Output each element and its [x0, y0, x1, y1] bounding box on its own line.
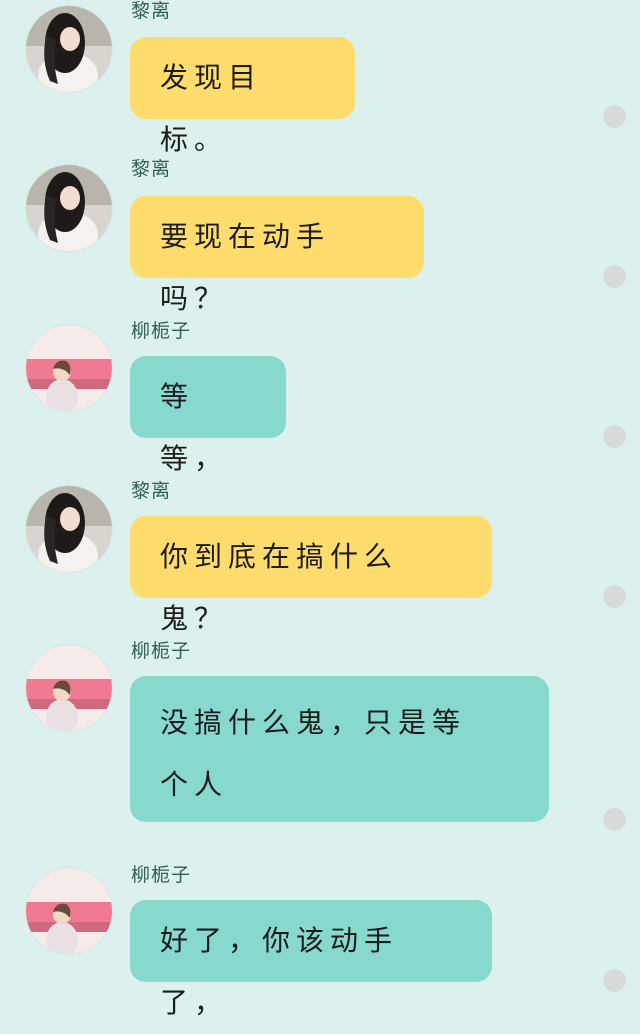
message-bubble[interactable]: 发现目标。: [130, 37, 355, 156]
pink-background-avatar-icon: [26, 868, 112, 954]
message-bubble[interactable]: 等等，: [130, 356, 286, 475]
sender-name: 柳栀子: [131, 864, 192, 886]
message-status-dot: [603, 585, 626, 608]
message-status-dot: [603, 425, 626, 448]
pink-background-avatar-icon: [26, 645, 112, 731]
sender-name: 黎离: [131, 158, 172, 180]
message-status-dot: [603, 265, 626, 288]
dark-hair-avatar-icon: [26, 486, 112, 572]
message-status-dot: [603, 969, 626, 992]
dark-hair-avatar-icon: [26, 6, 112, 92]
message-bubble[interactable]: 要现在动手吗？: [130, 196, 424, 315]
sender-name: 黎离: [131, 0, 172, 22]
sender-name: 柳栀子: [131, 640, 192, 662]
message-status-dot: [603, 105, 626, 128]
avatar[interactable]: [26, 325, 112, 411]
sender-name: 柳栀子: [131, 320, 192, 342]
message-bubble[interactable]: 好了，你该动手了，: [130, 900, 492, 1019]
avatar[interactable]: [26, 165, 112, 251]
message-bubble[interactable]: 没搞什么鬼，只是等个人: [130, 676, 549, 822]
avatar[interactable]: [26, 6, 112, 92]
avatar[interactable]: [26, 868, 112, 954]
sender-name: 黎离: [131, 480, 172, 502]
message-status-dot: [603, 808, 626, 831]
chat-log: 黎离 发现目标。 黎离 要现在动手吗？ 柳栀子 等等， 黎离 你到底在搞什么鬼？…: [0, 0, 640, 1019]
avatar[interactable]: [26, 645, 112, 731]
pink-background-avatar-icon: [26, 325, 112, 411]
dark-hair-avatar-icon: [26, 165, 112, 251]
message-bubble[interactable]: 你到底在搞什么鬼？: [130, 516, 492, 635]
avatar[interactable]: [26, 486, 112, 572]
